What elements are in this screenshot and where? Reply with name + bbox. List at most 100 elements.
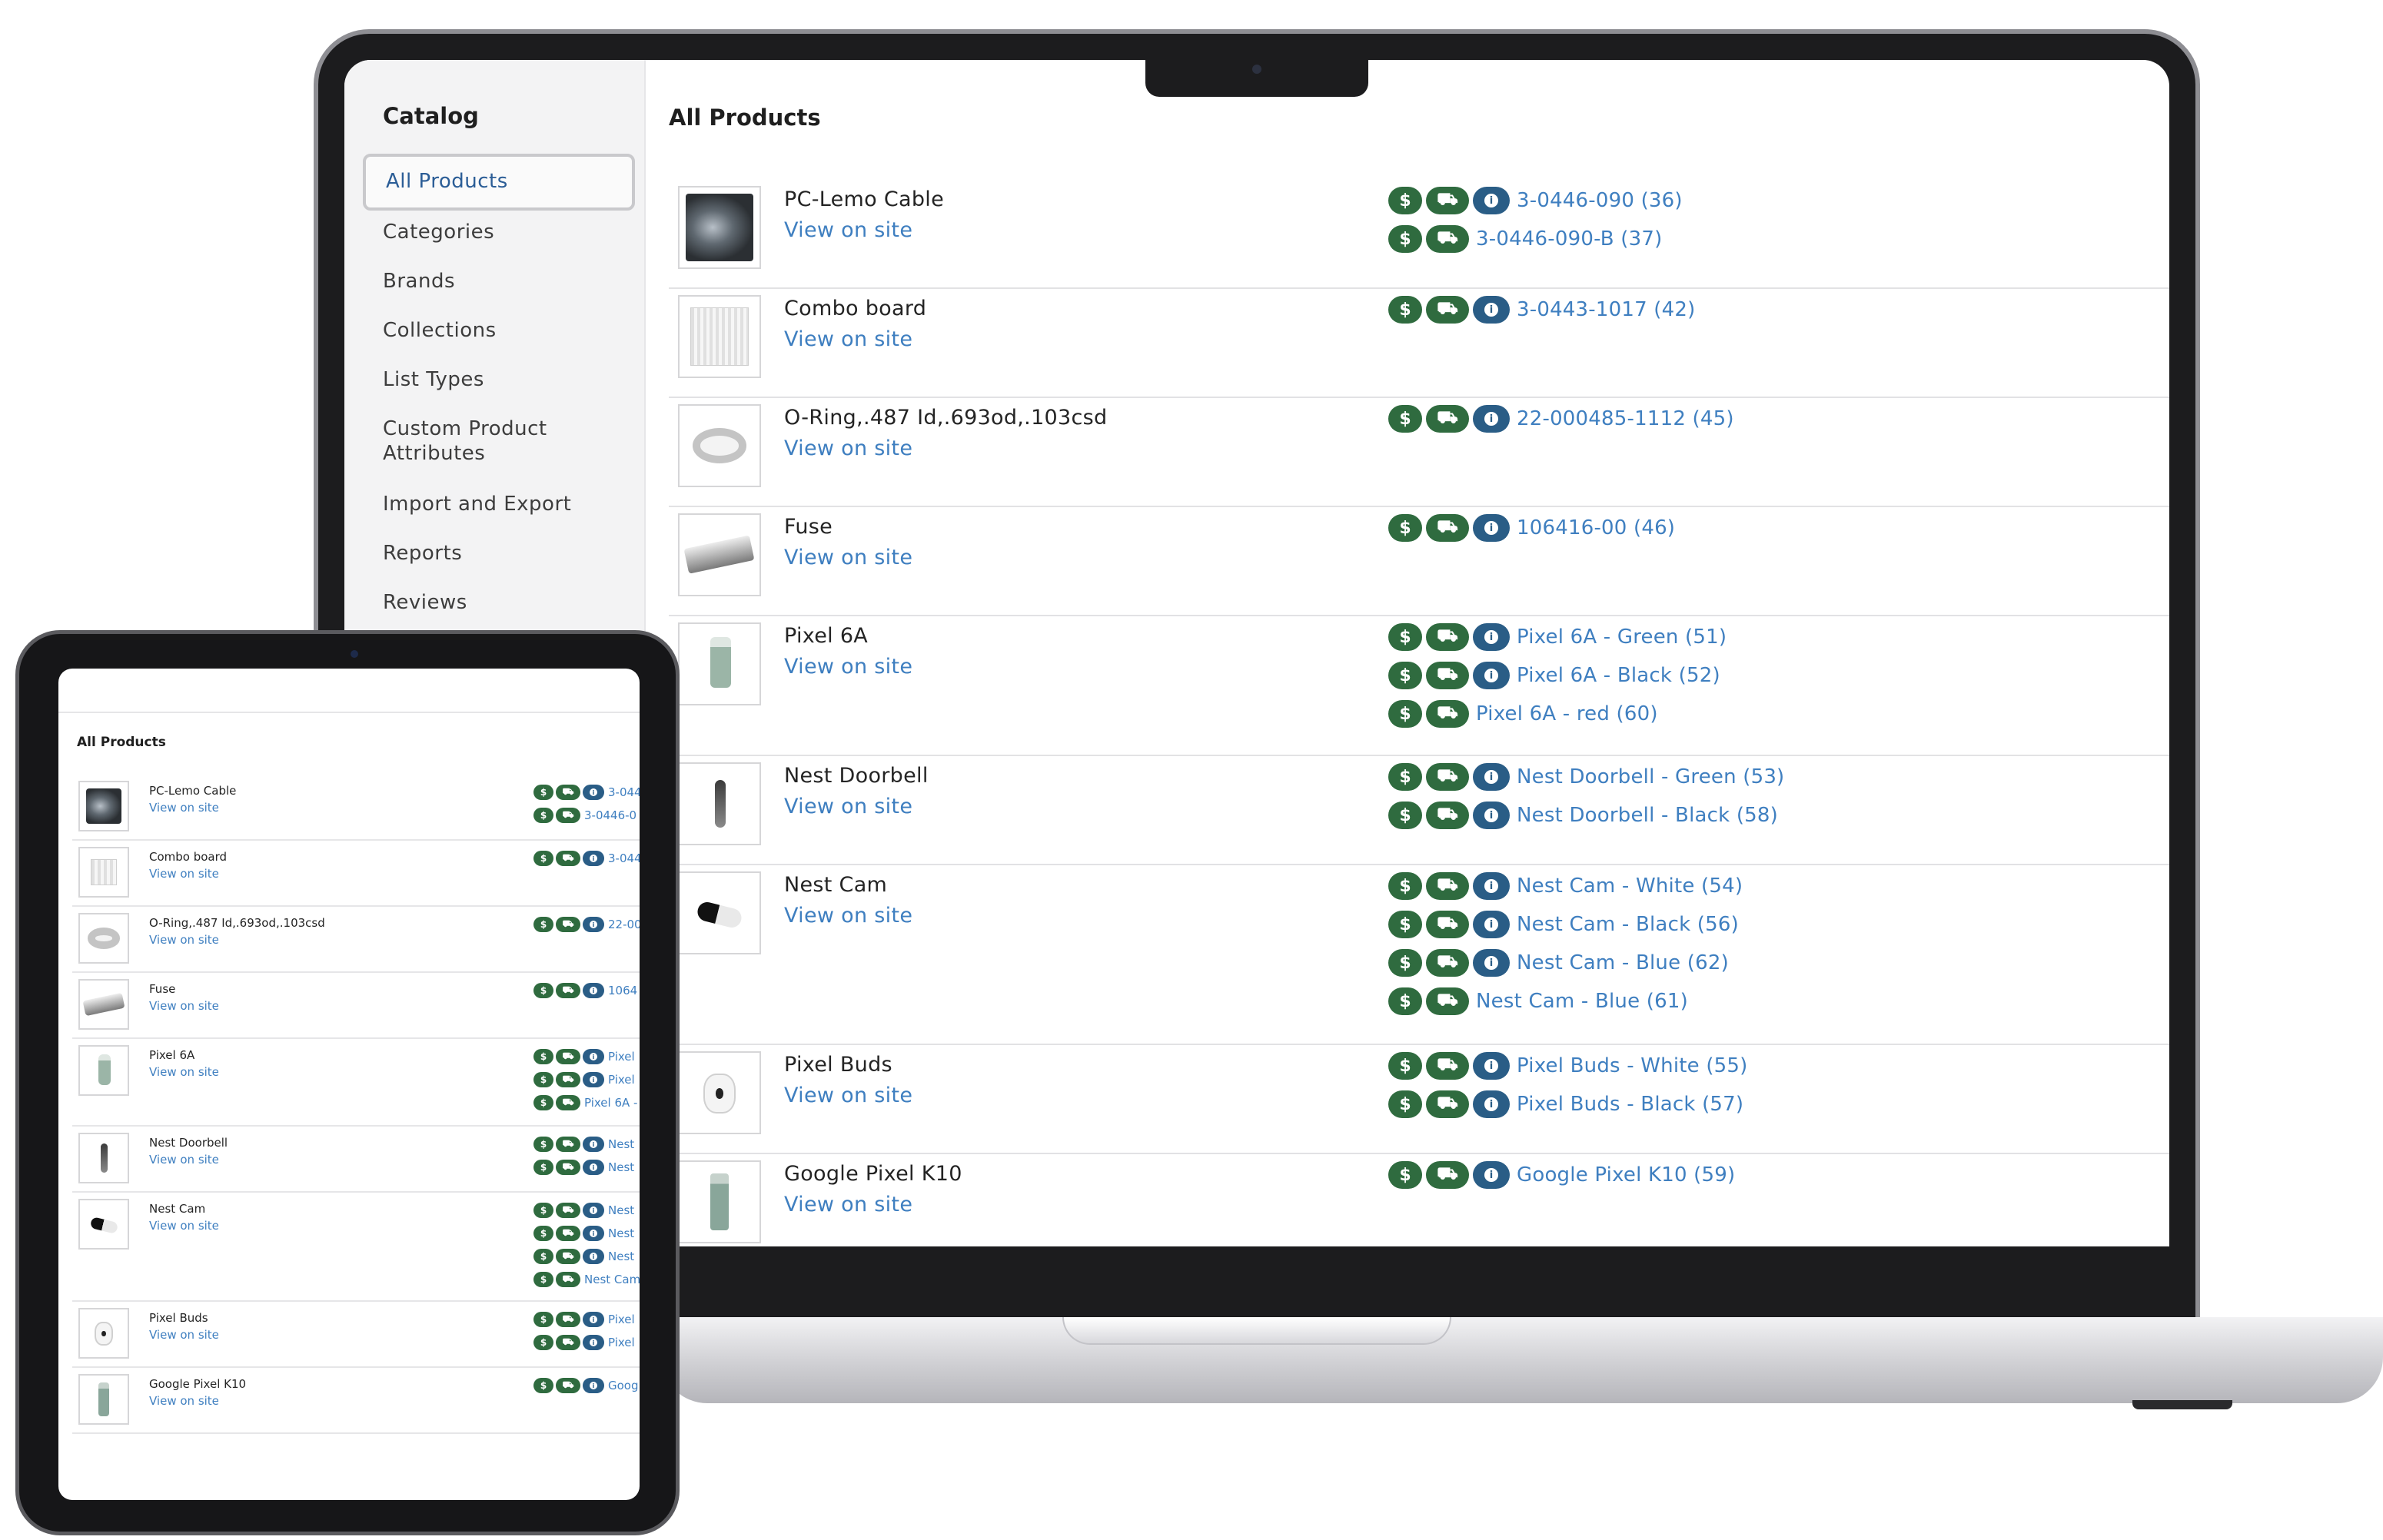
view-on-site-link[interactable]: View on site [784,1084,912,1107]
tablet-variant-link[interactable]: Pixel [608,1073,635,1087]
variant-link[interactable]: Nest Cam - Blue (62) [1517,951,1729,974]
tablet-variant-row[interactable]: $ ⛟ i Goog [533,1377,639,1394]
sidebar-item-categories[interactable]: Categories [363,220,635,244]
product-thumbnail[interactable] [678,295,761,378]
tablet-variant-row[interactable]: $ ⛟ i Nest [533,1248,634,1265]
product-thumbnail[interactable] [678,513,761,596]
view-on-site-link[interactable]: View on site [784,546,912,569]
tablet-view-on-site-link[interactable]: View on site [149,1219,219,1233]
tablet-variant-row[interactable]: $ ⛟ i Pixel [533,1334,635,1351]
tablet-variant-link[interactable]: Nest [608,1226,634,1240]
tablet-variant-link[interactable]: Pixel [608,1313,635,1326]
tablet-variant-row[interactable]: $ ⛟ i Nest [533,1159,634,1176]
product-thumbnail[interactable] [678,186,761,269]
view-on-site-link[interactable]: View on site [784,1193,912,1216]
tablet-variant-link[interactable]: Nest [608,1203,634,1217]
tablet-product-thumbnail[interactable] [78,1374,129,1425]
tablet-variant-row[interactable]: $ ⛟ 3-0446-0 [533,807,636,824]
tablet-product-thumbnail[interactable] [78,1199,129,1250]
variant-row[interactable]: $ ⛟ i 3-0443-1017 (42) [1388,295,1695,324]
tablet-variant-link[interactable]: 3-044 [608,851,640,865]
tablet-view-on-site-link[interactable]: View on site [149,1328,219,1342]
tablet-variant-row[interactable]: $ ⛟ i 22-00 [533,916,640,933]
variant-row[interactable]: $ ⛟ i Pixel Buds - White (55) [1388,1051,1748,1080]
tablet-variant-row[interactable]: $ ⛟ i Pixel [533,1311,635,1328]
variant-link[interactable]: 22-000485-1112 (45) [1517,407,1734,430]
variant-link[interactable]: Nest Cam - White (54) [1517,875,1743,898]
variant-link[interactable]: Google Pixel K10 (59) [1517,1163,1735,1187]
tablet-variant-row[interactable]: $ ⛟ i Nest [533,1136,634,1153]
variant-link[interactable]: Nest Doorbell - Black (58) [1517,804,1778,827]
tablet-variant-link[interactable]: Pixel [608,1050,635,1064]
sidebar-item-brands[interactable]: Brands [363,269,635,294]
view-on-site-link[interactable]: View on site [784,218,912,242]
product-thumbnail[interactable] [678,1160,761,1243]
tablet-view-on-site-link[interactable]: View on site [149,933,219,947]
tablet-variant-link[interactable]: 1064 [608,984,637,997]
tablet-variant-link[interactable]: 3-044 [608,785,640,799]
product-thumbnail[interactable] [678,404,761,487]
tablet-variant-row[interactable]: $ ⛟ i Nest [533,1225,634,1242]
product-thumbnail[interactable] [678,1051,761,1134]
tablet-view-on-site-link[interactable]: View on site [149,1065,219,1079]
tablet-variant-row[interactable]: $ ⛟ i 1064 [533,982,637,999]
sidebar-item-custom-product-attributes[interactable]: Custom Product Attributes [363,417,563,466]
tablet-product-thumbnail[interactable] [78,781,129,831]
variant-row[interactable]: $ ⛟ i Pixel 6A - Black (52) [1388,661,1720,690]
variant-row[interactable]: $ ⛟ i 3-0446-090 (36) [1388,186,1683,215]
tablet-variant-row[interactable]: $ ⛟ Pixel 6A - [533,1094,637,1111]
tablet-variant-row[interactable]: $ ⛟ i Nest [533,1202,634,1219]
variant-row[interactable]: $ ⛟ i Pixel Buds - Black (57) [1388,1090,1743,1119]
tablet-variant-row[interactable]: $ ⛟ i 3-044 [533,850,640,867]
view-on-site-link[interactable]: View on site [784,904,912,928]
variant-link[interactable]: Pixel Buds - Black (57) [1517,1093,1743,1116]
tablet-variant-link[interactable]: Nest [608,1137,634,1151]
sidebar-item-import-and-export[interactable]: Import and Export [363,492,635,516]
tablet-view-on-site-link[interactable]: View on site [149,801,219,815]
sidebar-item-reviews[interactable]: Reviews [363,590,635,615]
tablet-product-thumbnail[interactable] [78,1308,129,1359]
variant-link[interactable]: 3-0443-1017 (42) [1517,298,1695,321]
view-on-site-link[interactable]: View on site [784,436,912,460]
tablet-variant-link[interactable]: Nest [608,1160,634,1174]
tablet-variant-link[interactable]: Pixel [608,1336,635,1349]
product-thumbnail[interactable] [678,871,761,954]
variant-row[interactable]: $ ⛟ i Nest Cam - White (54) [1388,871,1743,901]
tablet-product-thumbnail[interactable] [78,1045,129,1096]
view-on-site-link[interactable]: View on site [784,655,912,679]
variant-link[interactable]: 3-0446-090 (36) [1517,189,1683,212]
tablet-view-on-site-link[interactable]: View on site [149,1153,219,1167]
tablet-product-thumbnail[interactable] [78,979,129,1030]
tablet-variant-link[interactable]: 22-00 [608,918,640,931]
variant-row[interactable]: $ ⛟ i Pixel 6A - Green (51) [1388,622,1727,652]
variant-row[interactable]: $ ⛟ i Nest Cam - Black (56) [1388,910,1739,939]
tablet-view-on-site-link[interactable]: View on site [149,999,219,1013]
variant-link[interactable]: Pixel 6A - red (60) [1476,702,1658,725]
sidebar-item-all-products[interactable]: All Products [363,154,635,211]
variant-link[interactable]: Nest Doorbell - Green (53) [1517,765,1784,788]
variant-link[interactable]: 106416-00 (46) [1517,516,1675,539]
tablet-product-thumbnail[interactable] [78,847,129,898]
view-on-site-link[interactable]: View on site [784,327,912,351]
view-on-site-link[interactable]: View on site [784,795,912,818]
variant-link[interactable]: 3-0446-090-B (37) [1476,227,1662,251]
product-thumbnail[interactable] [678,622,761,705]
variant-link[interactable]: Pixel 6A - Black (52) [1517,664,1720,687]
tablet-variant-link[interactable]: Nest [608,1250,634,1263]
variant-row[interactable]: $ ⛟ i 106416-00 (46) [1388,513,1675,543]
tablet-product-thumbnail[interactable] [78,913,129,964]
variant-row[interactable]: $ ⛟ i 22-000485-1112 (45) [1388,404,1734,433]
variant-row[interactable]: $ ⛟ Nest Cam - Blue (61) [1388,987,1688,1016]
tablet-variant-link[interactable]: Goog [608,1379,639,1392]
variant-row[interactable]: $ ⛟ i Nest Doorbell - Black (58) [1388,801,1778,830]
variant-row[interactable]: $ ⛟ i Nest Cam - Blue (62) [1388,948,1729,977]
tablet-view-on-site-link[interactable]: View on site [149,867,219,881]
tablet-variant-row[interactable]: $ ⛟ i Pixel [533,1048,635,1065]
variant-row[interactable]: $ ⛟ Pixel 6A - red (60) [1388,699,1658,729]
tablet-view-on-site-link[interactable]: View on site [149,1394,219,1408]
tablet-variant-link[interactable]: Pixel 6A - [584,1096,637,1110]
sidebar-item-collections[interactable]: Collections [363,318,635,343]
variant-link[interactable]: Pixel Buds - White (55) [1517,1054,1748,1077]
sidebar-item-list-types[interactable]: List Types [363,367,635,392]
variant-row[interactable]: $ ⛟ 3-0446-090-B (37) [1388,224,1662,254]
